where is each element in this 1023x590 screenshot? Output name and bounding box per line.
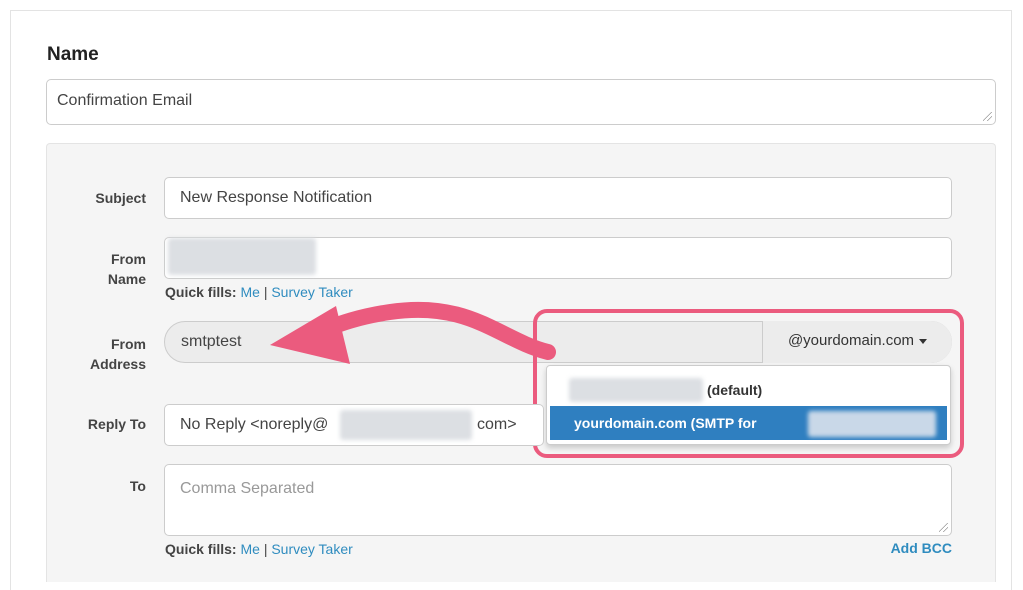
- name-input[interactable]: Confirmation Email: [46, 79, 996, 125]
- domain-option-default[interactable]: (default): [547, 376, 950, 404]
- redacted-smtp-owner: [808, 411, 936, 437]
- resize-grip-icon[interactable]: [939, 523, 948, 532]
- from-name-label-line2: Name: [107, 271, 146, 287]
- from-name-label: From Name: [46, 249, 146, 289]
- to-placeholder: Comma Separated: [180, 480, 315, 497]
- from-name-label-line1: From: [111, 251, 146, 267]
- domain-select-label: @yourdomain.com: [787, 332, 915, 349]
- domain-option-selected-label: yourdomain.com (SMTP for: [574, 415, 757, 431]
- reply-to-label: Reply To: [87, 416, 146, 432]
- quick-fills-label: Quick fills:: [165, 284, 237, 300]
- subject-input[interactable]: New Response Notification: [164, 177, 952, 219]
- name-heading: Name: [47, 44, 99, 65]
- resize-grip-icon[interactable]: [983, 112, 992, 121]
- redacted-reply-domain: [340, 410, 472, 440]
- caret-down-icon: [919, 338, 928, 344]
- quick-fill-separator: |: [263, 541, 268, 557]
- domain-select-button[interactable]: @yourdomain.com: [762, 321, 952, 363]
- reply-to-value-prefix: No Reply <noreply@: [180, 416, 329, 433]
- subject-label: Subject: [95, 190, 146, 206]
- from-address-label-line1: From: [111, 336, 146, 352]
- to-quick-fills: Quick fills: Me | Survey Taker: [165, 541, 353, 557]
- redacted-from-name: [168, 238, 316, 275]
- subject-value: New Response Notification: [180, 189, 373, 206]
- to-input[interactable]: Comma Separated: [164, 464, 952, 536]
- quick-fill-survey-taker-link[interactable]: Survey Taker: [271, 541, 352, 557]
- domain-option-selected[interactable]: yourdomain.com (SMTP for: [550, 406, 947, 440]
- redacted-default-domain: [569, 378, 703, 402]
- quick-fill-me-link[interactable]: Me: [240, 284, 259, 300]
- quick-fills-label: Quick fills:: [165, 541, 237, 557]
- to-label: To: [129, 478, 146, 494]
- quick-fill-survey-taker-link[interactable]: Survey Taker: [271, 284, 352, 300]
- domain-dropdown-menu: (default) yourdomain.com (SMTP for: [546, 365, 951, 445]
- from-address-label: From Address: [46, 334, 146, 374]
- quick-fill-me-link[interactable]: Me: [240, 541, 259, 557]
- from-address-value: smtptest: [181, 333, 242, 350]
- from-name-quick-fills: Quick fills: Me | Survey Taker: [165, 284, 353, 300]
- from-address-label-line2: Address: [89, 356, 146, 372]
- domain-option-default-label: (default): [707, 382, 763, 398]
- add-bcc-link[interactable]: Add BCC: [891, 540, 952, 556]
- name-input-value: Confirmation Email: [57, 92, 193, 109]
- quick-fill-separator: |: [263, 284, 268, 300]
- reply-to-value-suffix: com>: [477, 416, 517, 433]
